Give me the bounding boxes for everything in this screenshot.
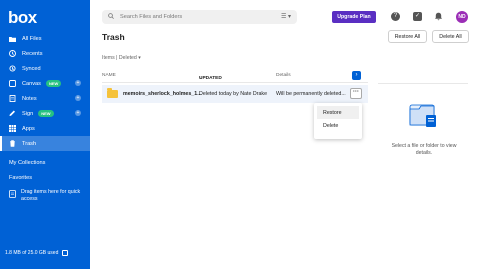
add-collection-icon[interactable]: +	[111, 160, 118, 166]
search-placeholder: Search Files and Folders	[120, 14, 183, 20]
new-badge: NEW	[38, 110, 54, 117]
sidebar-item-label: Trash	[22, 140, 37, 147]
favorites-add-icon[interactable]: +	[98, 175, 105, 181]
favorites-label: Favorites	[9, 175, 33, 181]
favorites-section[interactable]: Favorites +	[9, 175, 105, 181]
help-icon[interactable]: ?	[391, 12, 400, 21]
add-note-icon[interactable]: +	[75, 95, 81, 101]
sidebar-item-apps[interactable]: Apps	[0, 121, 90, 136]
drag-hint-text: Drag items here for quick access	[21, 189, 81, 202]
sidebar-nav: All Files Recents Synced Canvas NEW + No…	[0, 31, 90, 151]
trash-icon	[9, 140, 16, 147]
menu-item-restore[interactable]: Restore	[317, 106, 359, 119]
avatar[interactable]: ND	[456, 11, 468, 23]
divider	[378, 83, 468, 84]
delete-all-button[interactable]: Delete All	[432, 30, 469, 43]
column-header-updated-label: UPDATED	[199, 76, 222, 81]
more-options-button[interactable]: ···	[350, 88, 362, 99]
items-count-label: Items | Deleted	[102, 55, 137, 61]
sidebar-item-sign[interactable]: Sign NEW +	[0, 106, 90, 121]
sidebar-item-label: Synced	[22, 65, 41, 72]
items-count-dropdown[interactable]: Items | Deleted ▾	[102, 55, 141, 61]
my-collections-label: My Collections	[9, 160, 46, 166]
menu-item-delete[interactable]: Delete	[317, 119, 359, 132]
sidebar-item-label: Notes	[22, 95, 37, 102]
folder-icon	[107, 88, 118, 98]
folder-icon	[9, 35, 16, 42]
box-logo[interactable]: box	[8, 8, 37, 28]
canvas-icon	[9, 80, 16, 87]
sidebar: box All Files Recents Synced Canvas NEW	[0, 0, 118, 269]
context-menu: Restore Delete	[314, 103, 362, 139]
page-title: Trash	[102, 32, 125, 42]
sign-icon	[9, 110, 16, 117]
column-header-name[interactable]: NAME	[102, 73, 116, 78]
sidebar-item-all-files[interactable]: All Files	[0, 31, 90, 46]
empty-details-text: Select a file or folder to view details.	[391, 143, 457, 156]
chevron-down-icon: ▾	[138, 55, 141, 61]
search-input[interactable]: Search Files and Folders ☰ ▾	[102, 10, 297, 24]
sidebar-item-label: Apps	[22, 125, 35, 132]
row-updated: Deleted today by Nate Drake	[199, 91, 268, 97]
storage-info-icon	[62, 250, 69, 256]
sync-icon	[9, 65, 16, 72]
add-sign-icon[interactable]: +	[75, 110, 81, 116]
restore-all-button[interactable]: Restore All	[388, 30, 427, 43]
document-icon	[9, 190, 16, 203]
sidebar-item-label: Recents	[22, 50, 43, 57]
row-name: memoirs_sherlock_holmes_1...	[123, 91, 202, 97]
add-canvas-icon[interactable]: +	[75, 80, 81, 86]
bell-icon[interactable]	[434, 12, 443, 21]
sidebar-item-recents[interactable]: Recents	[0, 46, 90, 61]
files-illustration-icon	[409, 104, 436, 127]
search-filter-icon[interactable]: ☰ ▾	[281, 13, 291, 20]
search-icon	[108, 13, 115, 21]
apps-grid-icon	[9, 125, 16, 132]
sidebar-item-synced[interactable]: Synced	[0, 61, 90, 76]
sidebar-item-label: All Files	[22, 35, 42, 42]
sidebar-item-canvas[interactable]: Canvas NEW +	[0, 76, 90, 91]
storage-text: 1.8 MB of 25.0 GB used	[5, 250, 59, 256]
clock-icon	[9, 50, 16, 57]
my-collections-section[interactable]: My Collections +	[9, 160, 118, 166]
notes-icon	[9, 95, 16, 102]
expand-panel-icon[interactable]: ›	[352, 71, 361, 80]
sidebar-item-notes[interactable]: Notes +	[0, 91, 90, 106]
upgrade-plan-button[interactable]: Upgrade Plan	[332, 11, 376, 23]
column-header-details: Details	[276, 73, 291, 78]
tasks-icon[interactable]: ✓	[413, 12, 422, 21]
storage-usage[interactable]: 1.8 MB of 25.0 GB used	[5, 250, 69, 256]
table-row[interactable]: memoirs_sherlock_holmes_1... Deleted tod…	[102, 85, 368, 103]
row-details: Will be permanently deleted...	[276, 91, 346, 97]
table-header: NAME UPDATED ↓ Details ›	[102, 70, 368, 82]
drag-hint: Drag items here for quick access	[9, 189, 81, 203]
divider	[102, 82, 368, 83]
sidebar-item-label: Canvas	[22, 80, 41, 87]
sidebar-item-trash[interactable]: Trash	[0, 136, 90, 151]
sort-down-arrow-icon: ↓	[199, 76, 202, 81]
new-badge: NEW	[45, 80, 62, 87]
sidebar-item-label: Sign	[22, 110, 34, 117]
